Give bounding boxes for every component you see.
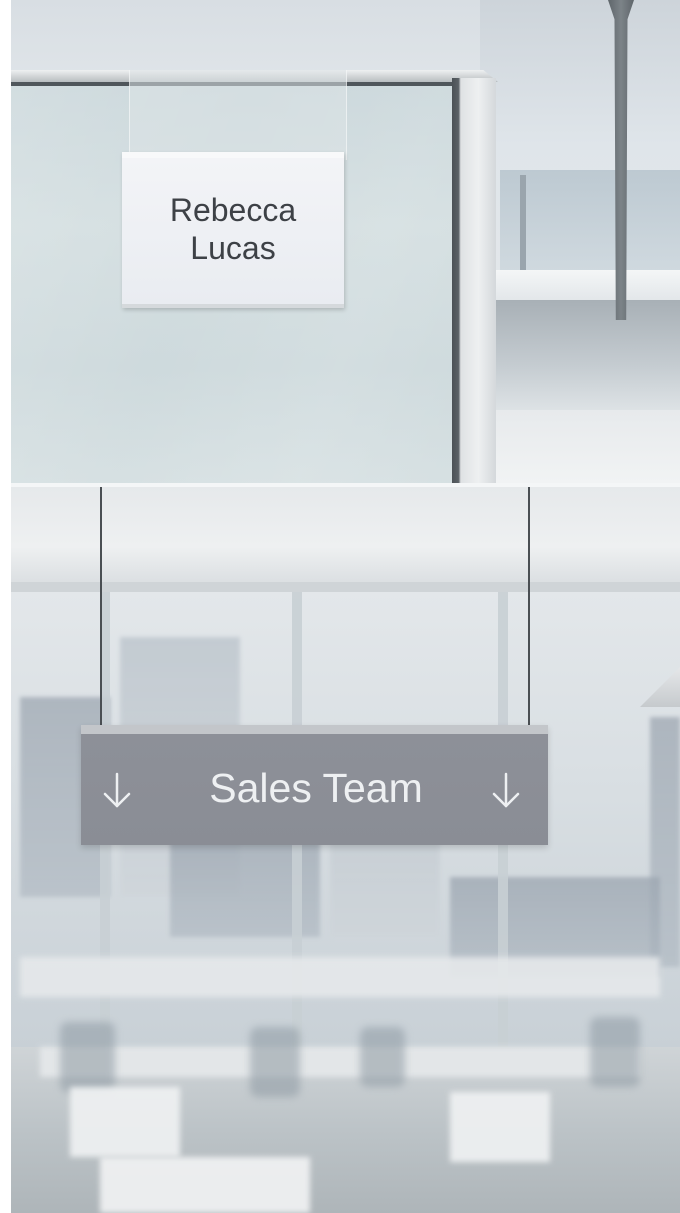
background-desk: [495, 300, 680, 410]
office-desk: [450, 1092, 550, 1162]
partition-frame-edge: [452, 78, 496, 483]
hanging-wire: [528, 487, 530, 727]
name-plate-first-name: Rebecca: [169, 192, 297, 228]
sign-clip-holder: [129, 70, 347, 160]
office-scene: Sales Team: [0, 487, 680, 1213]
office-chair: [60, 1022, 115, 1092]
city-building: [650, 717, 680, 967]
name-plate: Rebecca Lucas: [122, 152, 344, 308]
composite-image: Rebecca Lucas Sales Team: [0, 0, 680, 1213]
hanging-sign-content: Sales Team: [81, 734, 548, 845]
office-desk: [100, 1157, 310, 1213]
ceiling: [0, 487, 680, 587]
office-chair: [250, 1027, 300, 1097]
background-shelf: [495, 270, 680, 300]
office-chair: [590, 1017, 640, 1087]
office-desk: [70, 1087, 180, 1157]
office-desk: [20, 957, 660, 997]
hanging-sign-label: Sales Team: [209, 765, 423, 811]
office-chair: [360, 1027, 405, 1087]
arrow-down-icon: [490, 770, 522, 810]
name-plate-text: Rebecca Lucas: [170, 191, 296, 267]
cubicle-scene: Rebecca Lucas: [0, 0, 680, 483]
name-plate-last-name: Lucas: [190, 230, 276, 266]
hanging-sign: Sales Team: [81, 725, 548, 845]
ceiling-band: [0, 582, 680, 592]
window-mullion: [520, 175, 526, 275]
office-desk: [40, 1047, 640, 1077]
left-border: [0, 0, 11, 1213]
panel-divider: [0, 483, 680, 487]
arrow-down-icon: [101, 770, 133, 810]
hanging-wire: [100, 487, 102, 727]
background-floor: [495, 410, 680, 483]
background-window: [500, 170, 680, 280]
